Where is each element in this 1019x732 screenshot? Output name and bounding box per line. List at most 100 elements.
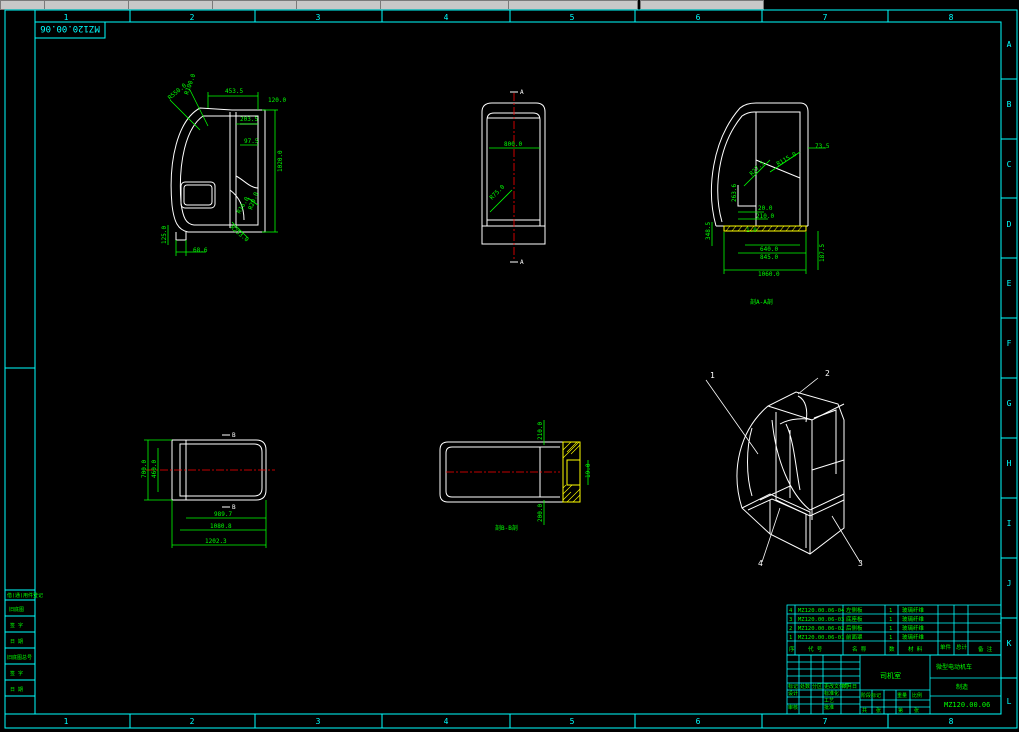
svg-text:底座板: 底座板 <box>846 615 863 623</box>
svg-text:张: 张 <box>876 707 881 714</box>
svg-text:标记: 标记 <box>788 683 798 690</box>
col-label: 6 <box>696 717 701 726</box>
col-label: 2 <box>190 13 195 22</box>
svg-text:MZ120.00.06-03: MZ120.00.06-03 <box>798 617 844 623</box>
svg-text:材 料: 材 料 <box>908 645 923 653</box>
col-label: 2 <box>190 717 195 726</box>
svg-text:总计: 总计 <box>956 643 968 651</box>
dim-label: 453.5 <box>225 88 243 95</box>
balloon-label: 4 <box>758 559 763 568</box>
row-label: E <box>1007 279 1012 288</box>
svg-text:玻璃纤维: 玻璃纤维 <box>902 615 925 623</box>
svg-text:1: 1 <box>889 617 892 623</box>
stamp-label: 旧底图 <box>9 606 24 613</box>
svg-text:MZ120.00.06: MZ120.00.06 <box>40 23 100 33</box>
svg-text:名 称: 名 称 <box>852 645 867 653</box>
svg-text:共: 共 <box>862 707 867 714</box>
dim-label: 800.0 <box>504 141 522 148</box>
svg-text:MZ120.00.06-02: MZ120.00.06-02 <box>798 626 844 632</box>
col-label: 8 <box>949 13 954 22</box>
title-block: 标记 处数 分区 更改文件号 年月日 设计 审核 标准化 工艺 批准 阶段标记 … <box>786 654 1002 715</box>
dim-label: 97.5 <box>244 138 259 145</box>
svg-text:阶段标记: 阶段标记 <box>861 692 881 699</box>
svg-text:序: 序 <box>789 645 795 653</box>
dim-label: 1080.8 <box>210 523 232 530</box>
svg-text:1: 1 <box>889 635 892 641</box>
svg-text:单件: 单件 <box>940 643 952 651</box>
svg-text:后侧板: 后侧板 <box>846 624 863 632</box>
dim-label: 640.0 <box>760 246 778 253</box>
row-label: B <box>1007 100 1012 109</box>
isometric-view: 1 2 3 4 <box>705 369 863 568</box>
svg-text:第: 第 <box>898 707 903 714</box>
top-view: 700.0 460.0 989.7 1080.8 1202.3 B B <box>141 432 275 548</box>
svg-text:玻璃纤维: 玻璃纤维 <box>902 606 925 614</box>
svg-text:标准化: 标准化 <box>824 690 839 697</box>
zone-labels: 1 2 3 4 5 6 7 8 1 2 3 4 5 6 7 8 A B C D … <box>64 13 1012 726</box>
section-bb-view: 210.0 19.0 200.0 剖B-B剖 <box>439 420 592 532</box>
dim-label: 187.5 <box>819 244 826 262</box>
dim-label: 120.0 <box>268 97 286 104</box>
row-label: H <box>1007 459 1012 468</box>
part-name: 司机室 <box>880 671 901 680</box>
dim-label: R27.5 <box>748 159 766 177</box>
dim-label: 20.0 <box>758 205 773 212</box>
balloon-label: 2 <box>825 369 830 378</box>
col-label: 1 <box>64 717 69 726</box>
svg-text:玻璃纤维: 玻璃纤维 <box>902 624 925 632</box>
col-label: 6 <box>696 13 701 22</box>
svg-text:设计: 设计 <box>788 690 798 697</box>
svg-text:分区: 分区 <box>812 683 822 690</box>
section-mark: B <box>232 432 236 439</box>
dim-label: 210.0 <box>756 213 774 220</box>
stamp-label: 签 字 <box>10 670 23 677</box>
dim-label: 68.6 <box>193 247 208 254</box>
svg-text:MZ120.00.06-01: MZ120.00.06-01 <box>798 635 844 641</box>
dim-label: 460.0 <box>151 460 158 478</box>
dim-label: 845.0 <box>760 254 778 261</box>
dim-label: R253.0 <box>229 224 250 244</box>
svg-text:处数: 处数 <box>800 683 810 690</box>
balloon-label: 3 <box>858 559 863 568</box>
svg-text:工艺: 工艺 <box>824 698 834 704</box>
dim-label: 210.0 <box>537 422 544 440</box>
stamp-label: 旧底图总号 <box>7 654 32 661</box>
svg-text:4: 4 <box>789 608 793 614</box>
dim-label: 263.6 <box>731 184 738 202</box>
dim-label: 1.0 <box>746 227 757 234</box>
section-aa-view: 73.5 R115.0 R27.5 263.6 20.0 210.0 348.5… <box>705 102 830 306</box>
svg-text:张: 张 <box>914 707 919 714</box>
svg-text:年月日: 年月日 <box>842 683 857 690</box>
svg-text:批准: 批准 <box>824 704 834 711</box>
svg-text:玻璃纤维: 玻璃纤维 <box>902 633 925 641</box>
dim-label: R100.0 <box>183 73 197 96</box>
svg-text:2: 2 <box>789 626 792 632</box>
title-drawing-number: MZ120.00.06 <box>944 701 990 709</box>
row-label: D <box>1007 220 1012 229</box>
view-title: 剖B-B剖 <box>495 524 518 532</box>
svg-text:1: 1 <box>789 635 792 641</box>
col-label: 5 <box>570 13 575 22</box>
svg-text:数: 数 <box>889 645 895 653</box>
cad-drawing-canvas[interactable]: 1 2 3 4 5 6 7 8 1 2 3 4 5 6 7 8 A B C D … <box>0 0 1019 732</box>
svg-text:MZ120.00.06-04: MZ120.00.06-04 <box>798 608 845 614</box>
row-label: J <box>1007 579 1012 588</box>
row-label: K <box>1007 639 1012 648</box>
dim-label: 19.0 <box>585 463 592 478</box>
svg-text:左侧板: 左侧板 <box>846 606 863 614</box>
stamp-label: 日 期 <box>10 687 23 693</box>
dim-label: 1020.0 <box>277 150 284 172</box>
dim-label: 203.5 <box>240 116 258 123</box>
project-name: 微型电动机车 <box>936 663 972 671</box>
dim-label: 1060.0 <box>758 271 780 278</box>
stamp-label: 签 字 <box>10 622 23 629</box>
dim-label: 700.0 <box>141 460 148 478</box>
col-label: 3 <box>316 717 321 726</box>
col-label: 1 <box>64 13 69 22</box>
svg-text:前面罩: 前面罩 <box>846 633 863 641</box>
col-label: 7 <box>823 13 828 22</box>
dim-label: 348.5 <box>705 222 712 240</box>
col-label: 8 <box>949 717 954 726</box>
svg-text:代 号: 代 号 <box>808 645 823 653</box>
dim-label: R115.0 <box>776 151 799 168</box>
